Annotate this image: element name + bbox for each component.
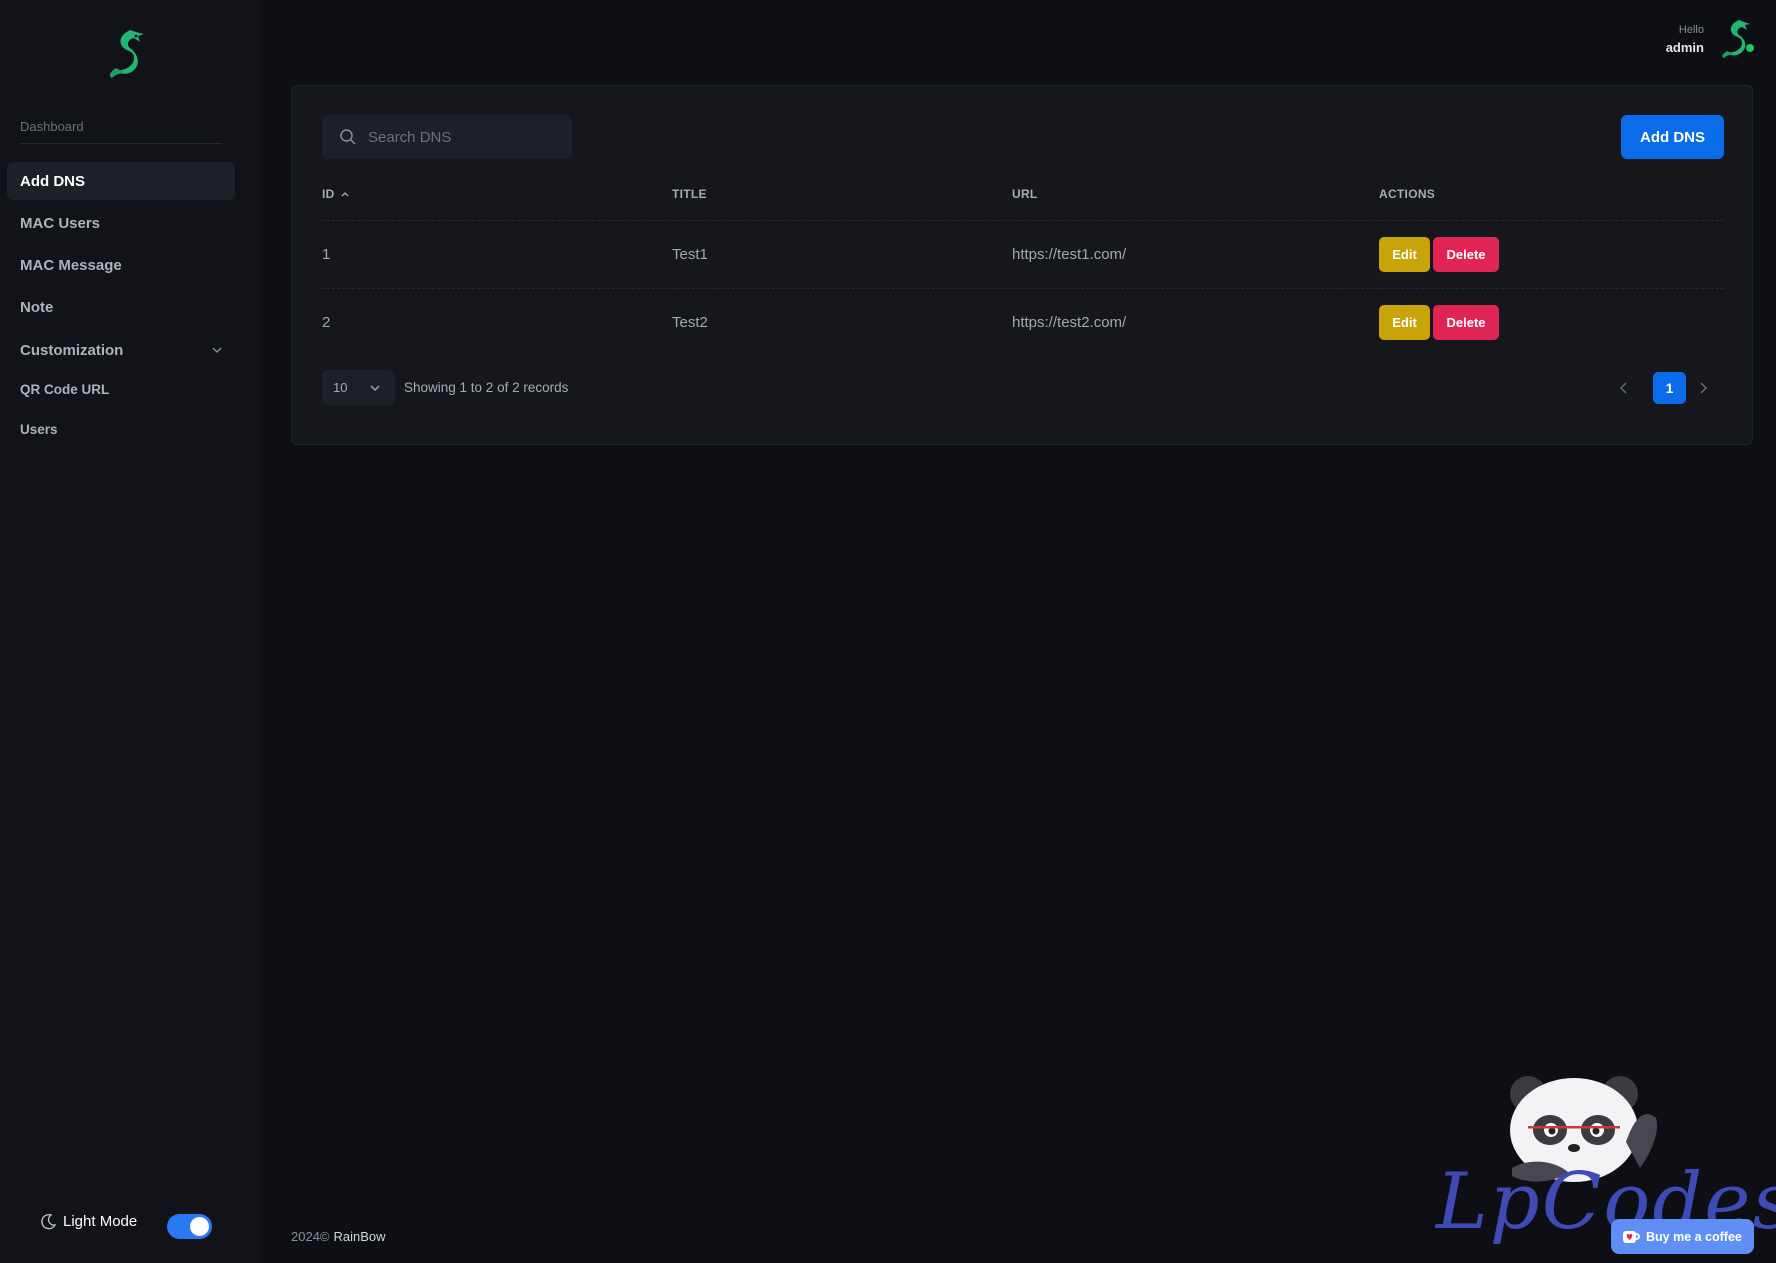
chevron-down-icon [212, 347, 222, 353]
sidebar-item-customization[interactable]: Customization [7, 331, 235, 369]
page-button-current[interactable]: 1 [1653, 372, 1686, 404]
search-input[interactable] [368, 128, 558, 146]
column-header-actions: ACTIONS [1379, 187, 1436, 201]
column-header-title[interactable]: TITLE [672, 187, 707, 201]
cell-id: 2 [322, 314, 331, 331]
theme-mode: Light Mode [40, 1213, 137, 1230]
sidebar-item-users[interactable]: Users [7, 410, 235, 448]
user-greeting: Hello [1678, 24, 1704, 36]
sort-asc-icon [341, 192, 349, 197]
coffee-label: Buy me a coffee [1646, 1229, 1742, 1244]
sidebar-item-label: QR Code URL [20, 381, 110, 397]
coffee-cup-icon [1623, 1231, 1640, 1243]
edit-button[interactable]: Edit [1379, 237, 1430, 272]
cell-id: 1 [322, 246, 331, 263]
sidebar-item-label: MAC Users [20, 214, 101, 232]
search-box[interactable] [322, 115, 572, 159]
cell-title: Test2 [672, 314, 708, 331]
add-dns-button[interactable]: Add DNS [1621, 115, 1724, 159]
online-status-dot [1746, 44, 1754, 52]
chevron-down-icon [370, 385, 380, 392]
search-icon [340, 129, 356, 145]
chevron-left-icon[interactable] [1617, 378, 1631, 398]
sidebar: Dashboard Add DNS MAC Users MAC Message … [0, 0, 260, 1263]
user-name: admin [1665, 40, 1704, 55]
footer: 2024© RainBow [291, 1229, 386, 1244]
sidebar-item-note[interactable]: Note [7, 288, 235, 326]
sidebar-section-label: Dashboard [20, 119, 222, 144]
row-divider [322, 220, 1724, 221]
chevron-right-icon[interactable] [1696, 378, 1710, 398]
sidebar-item-label: Users [20, 421, 58, 437]
records-summary: Showing 1 to 2 of 2 records [404, 380, 569, 395]
buy-me-a-coffee-button[interactable]: Buy me a coffee [1611, 1219, 1754, 1254]
delete-button[interactable]: Delete [1433, 305, 1499, 340]
dns-card: Add DNS ID TITLE URL ACTIONS 1 Test1 htt… [291, 85, 1753, 445]
sidebar-item-qr-code-url[interactable]: QR Code URL [7, 370, 235, 408]
column-header-id[interactable]: ID [322, 187, 350, 201]
page-size-value: 10 [333, 380, 348, 395]
theme-toggle[interactable] [167, 1214, 212, 1239]
sidebar-item-label: MAC Message [20, 256, 122, 274]
sidebar-item-label: Add DNS [20, 172, 85, 190]
sidebar-item-label: Note [20, 298, 54, 316]
delete-button[interactable]: Delete [1433, 237, 1499, 272]
sidebar-item-mac-users[interactable]: MAC Users [7, 204, 235, 242]
cell-title: Test1 [672, 246, 708, 263]
moon-icon [41, 1214, 57, 1230]
cell-url: https://test1.com/ [1012, 246, 1127, 263]
row-divider [322, 288, 1724, 289]
avatar[interactable] [1715, 17, 1757, 59]
column-header-url[interactable]: URL [1012, 187, 1038, 201]
edit-button[interactable]: Edit [1379, 305, 1430, 340]
sidebar-item-add-dns[interactable]: Add DNS [7, 162, 235, 200]
footer-brand-link[interactable]: RainBow [334, 1229, 386, 1244]
dragon-logo-icon[interactable] [100, 26, 152, 80]
cell-url: https://test2.com/ [1012, 314, 1127, 331]
theme-mode-label: Light Mode [63, 1213, 138, 1230]
sidebar-item-mac-message[interactable]: MAC Message [7, 246, 235, 284]
toggle-knob [190, 1217, 209, 1236]
sidebar-item-label: Customization [20, 341, 124, 359]
footer-copyright: 2024© [291, 1229, 330, 1244]
page-size-select[interactable]: 10 [322, 370, 395, 405]
